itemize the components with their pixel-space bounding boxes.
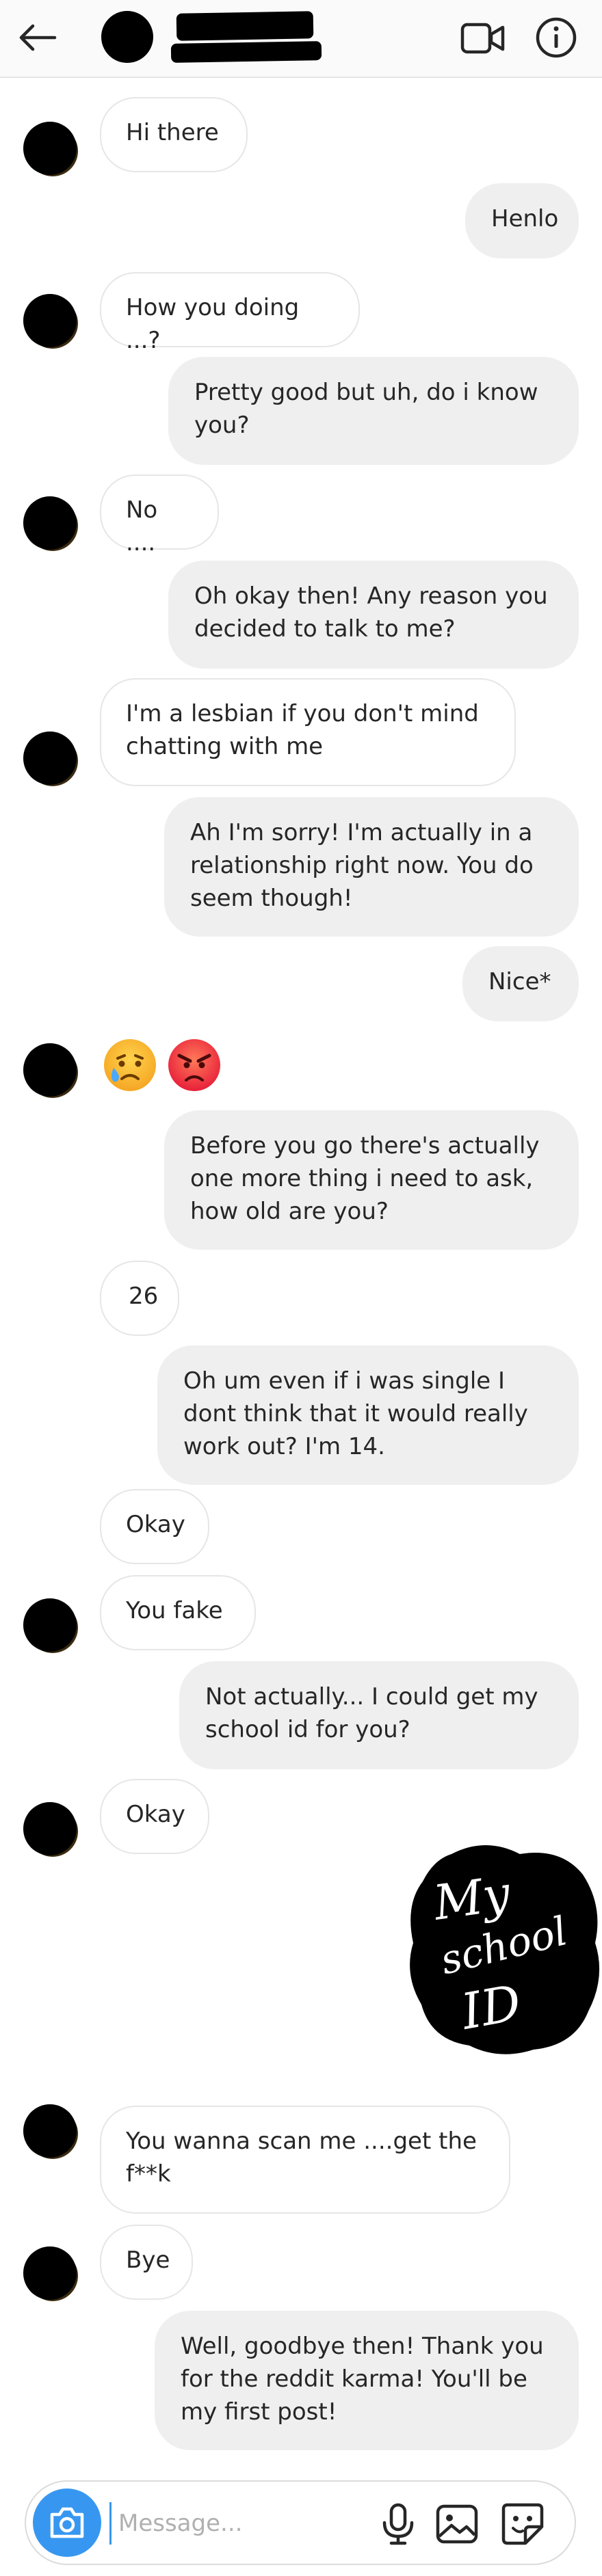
redacted-status bbox=[170, 41, 322, 63]
sender-avatar[interactable] bbox=[23, 294, 77, 347]
arrow-left-icon[interactable] bbox=[15, 15, 60, 60]
video-camera-icon[interactable] bbox=[460, 18, 506, 59]
angry-face-emoji[interactable] bbox=[167, 1038, 222, 1092]
message-outgoing[interactable]: Nice* bbox=[462, 946, 579, 1021]
sender-avatar[interactable] bbox=[23, 1598, 77, 1652]
sender-avatar[interactable] bbox=[23, 2246, 77, 2300]
redacted-username[interactable] bbox=[176, 11, 314, 41]
message-composer bbox=[25, 2480, 576, 2565]
message-incoming[interactable]: I'm a lesbian if you don't mind chatting… bbox=[100, 678, 516, 786]
message-outgoing[interactable]: Well, goodbye then! Thank you for the re… bbox=[155, 2311, 579, 2450]
chat-header bbox=[0, 0, 602, 78]
message-incoming[interactable]: Okay bbox=[100, 1779, 209, 1854]
sticker-icon[interactable] bbox=[498, 2499, 547, 2549]
message-incoming[interactable]: You fake bbox=[100, 1575, 256, 1650]
sender-avatar[interactable] bbox=[23, 122, 77, 175]
info-icon[interactable] bbox=[534, 15, 579, 60]
message-incoming[interactable]: No .... bbox=[100, 474, 219, 556]
message-outgoing[interactable]: Not actually... I could get my school id… bbox=[179, 1661, 579, 1769]
message-outgoing[interactable]: Ah I'm sorry! I'm actually in a relation… bbox=[164, 797, 579, 937]
message-incoming[interactable]: Okay bbox=[100, 1489, 209, 1564]
contact-avatar[interactable] bbox=[101, 11, 153, 63]
sender-avatar[interactable] bbox=[23, 732, 77, 785]
handwritten-sticker[interactable]: My school ID bbox=[404, 1840, 602, 2059]
message-input[interactable] bbox=[109, 2502, 387, 2545]
message-incoming[interactable]: Hi there bbox=[100, 97, 248, 172]
message-outgoing[interactable]: Oh okay then! Any reason you decided to … bbox=[168, 561, 579, 669]
message-outgoing[interactable]: Henlo bbox=[465, 183, 579, 258]
message-incoming[interactable]: How you doing ...? bbox=[100, 272, 360, 354]
sender-avatar[interactable] bbox=[23, 2104, 77, 2158]
message-outgoing[interactable]: Oh um even if i was single I dont think … bbox=[157, 1345, 579, 1485]
camera-icon bbox=[50, 2507, 84, 2538]
message-incoming[interactable]: Bye bbox=[100, 2225, 193, 2300]
sticker-line-3: ID bbox=[456, 1974, 525, 2041]
message-incoming[interactable]: You wanna scan me ....get the f**k bbox=[100, 2106, 510, 2214]
message-outgoing[interactable]: Before you go there's actually one more … bbox=[164, 1110, 579, 1250]
message-incoming[interactable]: 26 bbox=[100, 1261, 179, 1336]
message-thread[interactable]: Hi there Henlo How you doing ...? Pretty… bbox=[0, 77, 602, 2469]
sender-avatar[interactable] bbox=[23, 1043, 77, 1097]
message-outgoing[interactable]: Pretty good but uh, do i know you? bbox=[168, 357, 579, 465]
sender-avatar[interactable] bbox=[23, 1802, 77, 1855]
sender-avatar[interactable] bbox=[23, 496, 77, 550]
sticker-line-1: My bbox=[429, 1865, 514, 1931]
microphone-icon[interactable] bbox=[374, 2499, 423, 2549]
image-gallery-icon[interactable] bbox=[432, 2499, 482, 2549]
camera-button[interactable] bbox=[33, 2488, 101, 2557]
sad-tear-emoji[interactable] bbox=[103, 1038, 157, 1092]
